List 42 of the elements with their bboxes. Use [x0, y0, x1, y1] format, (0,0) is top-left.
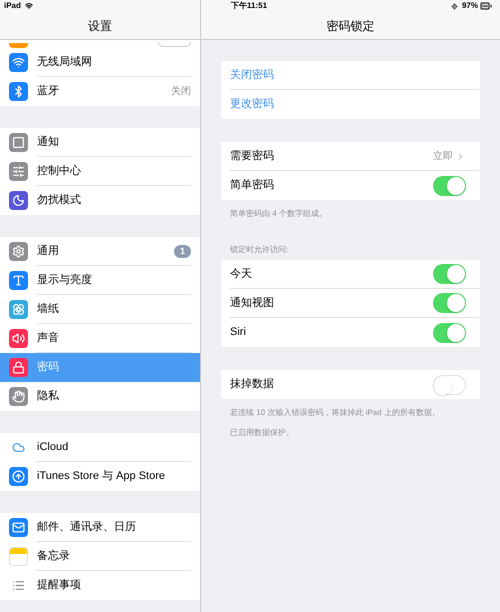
mail-icon: [9, 518, 28, 537]
row-label: Siri: [230, 325, 247, 340]
toggle-switch[interactable]: [433, 176, 466, 196]
item-value: 关闭: [171, 84, 191, 99]
toggle-switch[interactable]: [433, 293, 466, 313]
row-value: 立即: [433, 150, 453, 164]
toggle-switch-edge: [158, 42, 191, 47]
row-label: 简单密码: [230, 178, 275, 194]
flower-icon: [9, 300, 28, 319]
section-header: 锁定时允许访问:: [229, 244, 290, 256]
app-store-icon: [9, 467, 28, 486]
wifi-signal-icon: [24, 2, 33, 10]
battery-icon: [480, 0, 492, 12]
footer-note: 简单密码由 4 个数字组成。: [229, 208, 328, 220]
battery-percent: 97%: [462, 0, 478, 12]
notification-icon: [9, 133, 28, 152]
sidebar-title: 设置: [88, 18, 112, 34]
detail-title: 密码锁定: [326, 18, 374, 34]
row-label: 需要密码: [230, 148, 275, 164]
toggle-switch[interactable]: [433, 374, 466, 394]
bluetooth-icon: [9, 82, 28, 101]
row-label: 抹掉数据: [230, 377, 275, 392]
device-name: iPad: [4, 0, 21, 12]
speaker-icon: [9, 329, 28, 348]
row-label: 今天: [230, 266, 253, 282]
airplane-icon: [9, 43, 28, 48]
hand-icon: [9, 387, 28, 406]
moon-icon: [9, 191, 28, 210]
wifi-icon: [9, 53, 28, 72]
sliders-icon: [9, 162, 28, 181]
notes-icon: [9, 547, 28, 566]
row-label: 通知视图: [230, 296, 275, 311]
toggle-switch[interactable]: [433, 264, 466, 284]
count-badge: 1: [174, 244, 191, 258]
footer-note: 若连续 10 次输入错误密码，将抹掉此 iPad 上的所有数据。: [229, 407, 441, 419]
lock-icon: [9, 358, 28, 377]
footer-note: 已启用数据保护。: [229, 427, 295, 439]
location-icon: [450, 2, 458, 10]
gear-icon: [9, 242, 28, 261]
text-size-icon: [9, 271, 28, 290]
status-time: 下午11:51: [231, 0, 268, 12]
toggle-switch[interactable]: [433, 322, 466, 342]
